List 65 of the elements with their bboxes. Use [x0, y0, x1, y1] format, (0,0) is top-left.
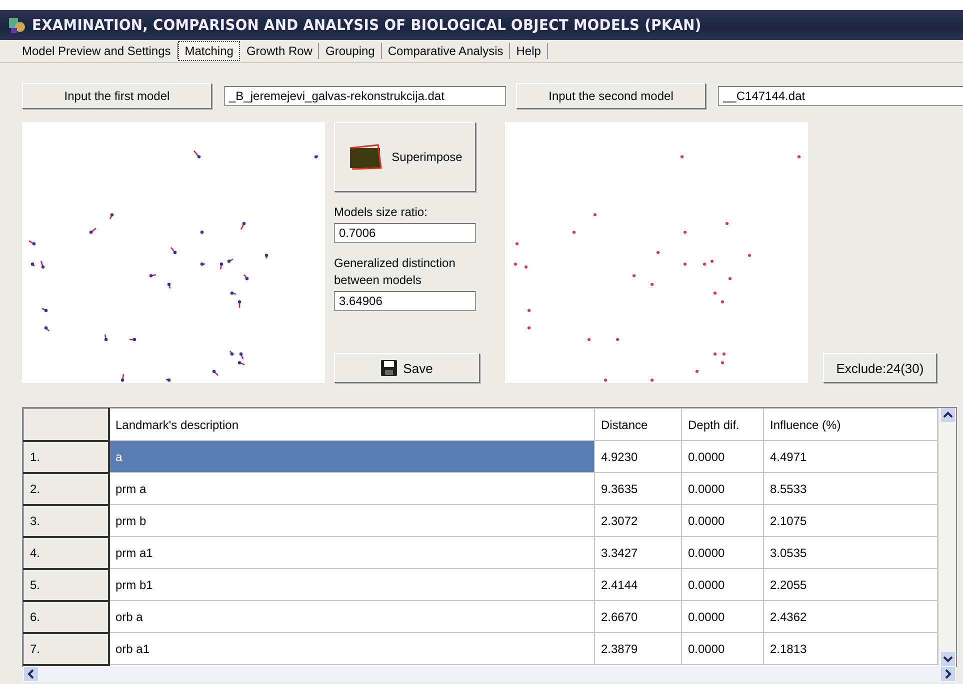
row-number: 4. [24, 536, 108, 568]
table-cell: a [108, 440, 594, 472]
table-cell: 0.0000 [682, 568, 764, 600]
horizontal-scrollbar[interactable] [23, 666, 956, 682]
size-ratio-label: Models size ratio: [334, 204, 428, 221]
tab[interactable]: Matching [178, 41, 240, 61]
table-cell: orb a [108, 600, 594, 632]
exclude-button[interactable]: Exclude:24(30) [823, 353, 937, 383]
table-cell: 4.4971 [764, 440, 938, 472]
vertical-scrollbar[interactable] [938, 408, 956, 666]
row-number: 3. [24, 504, 108, 536]
size-ratio-field[interactable]: 0.7006 [334, 223, 476, 243]
column-header[interactable]: Depth dif. [682, 408, 764, 440]
superimpose-button[interactable]: Superimpose [334, 122, 476, 192]
file-field[interactable]: _B_jeremejevi_galvas-rekonstrukcija.dat [224, 86, 506, 106]
table-cell: 4.9230 [594, 440, 682, 472]
column-header[interactable]: Landmark's description [108, 408, 594, 440]
column-header[interactable]: Distance [594, 408, 682, 440]
table-cell: 2.3072 [594, 504, 682, 536]
table-cell: 0.0000 [682, 504, 764, 536]
scroll-up-icon [940, 408, 954, 422]
table-cell: prm a1 [108, 536, 594, 568]
table-cell: 2.6670 [594, 600, 682, 632]
row-number: 7. [24, 632, 108, 664]
file-field[interactable]: __C147144.dat [718, 86, 963, 106]
table-cell: 2.2055 [764, 568, 938, 600]
table-cell: prm b [108, 504, 594, 536]
tab[interactable]: Comparative Analysis [382, 43, 510, 59]
input-first-model-button[interactable]: Input the first model [22, 83, 212, 109]
overlay-icon [350, 144, 382, 170]
table-cell: 3.3427 [594, 536, 682, 568]
table-cell: 0.0000 [682, 536, 764, 568]
table-cell: 2.1075 [764, 504, 938, 536]
table-cell: orb a1 [108, 632, 594, 664]
scroll-right-icon [941, 666, 955, 680]
tab[interactable]: Grouping [319, 43, 382, 59]
table-cell: prm b1 [108, 568, 594, 600]
table-cell: 3.0535 [764, 536, 938, 568]
table-cell: 0.0000 [682, 600, 764, 632]
table-cell: prm a [108, 472, 594, 504]
row-number: 2. [24, 472, 108, 504]
table-cell: 2.4144 [594, 568, 682, 600]
table-cell: 2.4362 [764, 600, 938, 632]
tab[interactable]: Growth Row [240, 43, 320, 59]
table-cell: 0.0000 [682, 440, 764, 472]
row-number: 5. [24, 568, 108, 600]
table-cell: 2.3879 [594, 632, 682, 664]
distinction-label: Generalized distinction between models [334, 255, 456, 289]
column-header[interactable]: Influence (%) [764, 408, 938, 440]
row-number: 1. [24, 440, 108, 472]
save-button[interactable]: Save [334, 353, 480, 383]
tab[interactable]: Help [510, 43, 548, 59]
table-cell: 2.1813 [764, 632, 938, 664]
row-number: 6. [24, 600, 108, 632]
table-cell: 0.0000 [682, 472, 764, 504]
input-second-model-button[interactable]: Input the second model [516, 83, 706, 109]
app-icon [8, 16, 26, 34]
scroll-left-icon [24, 666, 38, 680]
table-cell: 8.5533 [764, 472, 938, 504]
scroll-down-icon [940, 652, 954, 666]
distinction-field[interactable]: 3.64906 [334, 291, 476, 311]
floppy-icon [381, 360, 398, 376]
table-cell: 9.3635 [594, 472, 682, 504]
window-title: EXAMINATION, COMPARISON AND ANALYSIS OF BIOLOGICAL OBJECT MODELS (PKAN) [32, 16, 702, 34]
table-cell: 0.0000 [682, 632, 764, 664]
